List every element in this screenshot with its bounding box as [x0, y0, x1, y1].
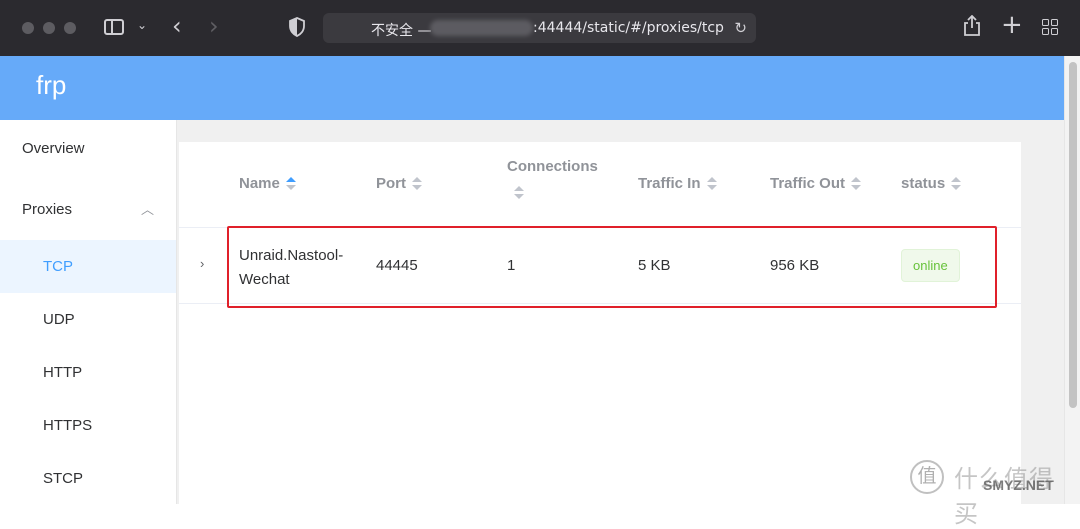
sidebar-item-label: Proxies	[22, 201, 73, 218]
back-icon[interactable]: ‹	[172, 14, 182, 38]
browser-toolbar: ⌄ ‹ › 不安全 — :44444/static/#/proxies/tcp …	[0, 0, 1080, 56]
cell-port: 44445	[376, 257, 418, 274]
cell-traffic-in: 5 KB	[638, 257, 671, 274]
column-label: Traffic In	[638, 175, 701, 192]
sidebar-item-tcp[interactable]: TCP	[0, 240, 176, 293]
cell-name: Unraid.Nastool-Wechat	[239, 247, 344, 288]
sidebar-item-udp[interactable]: UDP	[0, 293, 176, 346]
main-content: Name Port Connections Traffic In Traffic…	[177, 120, 1064, 504]
sidebar-item-overview[interactable]: Overview	[22, 140, 198, 157]
column-header-connections[interactable]: Connections	[507, 158, 598, 199]
new-tab-icon[interactable]: +	[1001, 12, 1023, 38]
expand-row-icon[interactable]: ›	[200, 256, 204, 271]
chevron-down-icon[interactable]: ⌄	[137, 19, 147, 31]
column-label: Name	[239, 175, 280, 192]
url-path: :44444/static/#/proxies/tcp	[533, 20, 724, 36]
sidebar: Overview Proxies ︿ TCP UDP HTTP HTTPS ST…	[0, 120, 177, 504]
sort-caret-icon[interactable]	[951, 177, 962, 191]
reload-icon[interactable]: ↻	[734, 19, 747, 37]
column-header-status[interactable]: status	[901, 175, 962, 192]
app-brand[interactable]: frp	[36, 70, 66, 101]
column-label: Port	[376, 175, 406, 192]
sort-caret-icon[interactable]	[412, 177, 422, 191]
watermark-text: 什么值得买	[954, 466, 1054, 528]
proxies-table: Name Port Connections Traffic In Traffic…	[179, 142, 1021, 504]
cell-traffic-out: 956 KB	[770, 257, 820, 274]
column-header-traffic-in[interactable]: Traffic In	[638, 175, 717, 192]
sort-caret-icon[interactable]	[706, 177, 717, 191]
address-bar[interactable]: 不安全 — :44444/static/#/proxies/tcp ↻	[323, 13, 756, 43]
sidebar-toggle-icon[interactable]	[104, 19, 124, 35]
column-header-port[interactable]: Port	[376, 175, 422, 192]
sort-caret-icon[interactable]	[285, 177, 296, 191]
privacy-shield-icon[interactable]	[289, 17, 305, 37]
cell-connections: 1	[507, 257, 516, 274]
column-label: status	[901, 175, 946, 192]
forward-icon[interactable]: ›	[209, 14, 219, 38]
window-zoom-button[interactable]	[64, 22, 76, 34]
watermark-sub: SMYZ.NET	[983, 477, 1054, 493]
sidebar-item-stcp[interactable]: STCP	[0, 452, 176, 505]
watermark: 值 什么值得买 SMYZ.NET	[910, 458, 1060, 528]
column-header-name[interactable]: Name	[239, 175, 296, 192]
tab-overview-icon[interactable]	[1042, 19, 1059, 36]
url-redacted-host	[430, 20, 533, 36]
sort-caret-icon[interactable]	[851, 177, 862, 191]
watermark-logo: 值	[910, 460, 944, 494]
sidebar-item-https[interactable]: HTTPS	[0, 399, 176, 452]
chevron-up-icon: ︿	[140, 202, 154, 217]
column-header-traffic-out[interactable]: Traffic Out	[770, 175, 862, 192]
scrollbar-thumb[interactable]	[1069, 62, 1077, 408]
column-label: Traffic Out	[770, 175, 846, 192]
sidebar-item-proxies[interactable]: Proxies ︿	[22, 201, 154, 218]
url-security-label: 不安全 —	[371, 23, 432, 39]
sort-caret-icon[interactable]	[514, 186, 524, 200]
table-row[interactable]: › Unraid.Nastool-Wechat 44445 1 5 KB 956…	[179, 228, 1021, 304]
status-badge: online	[901, 249, 960, 282]
share-icon[interactable]	[963, 15, 981, 37]
window-minimize-button[interactable]	[43, 22, 55, 34]
sidebar-item-http[interactable]: HTTP	[0, 346, 176, 399]
window-close-button[interactable]	[22, 22, 34, 34]
column-label: Connections	[507, 158, 598, 175]
scrollbar[interactable]	[1064, 56, 1080, 504]
app-header: frp	[0, 56, 1064, 120]
table-header: Name Port Connections Traffic In Traffic…	[179, 142, 1021, 228]
